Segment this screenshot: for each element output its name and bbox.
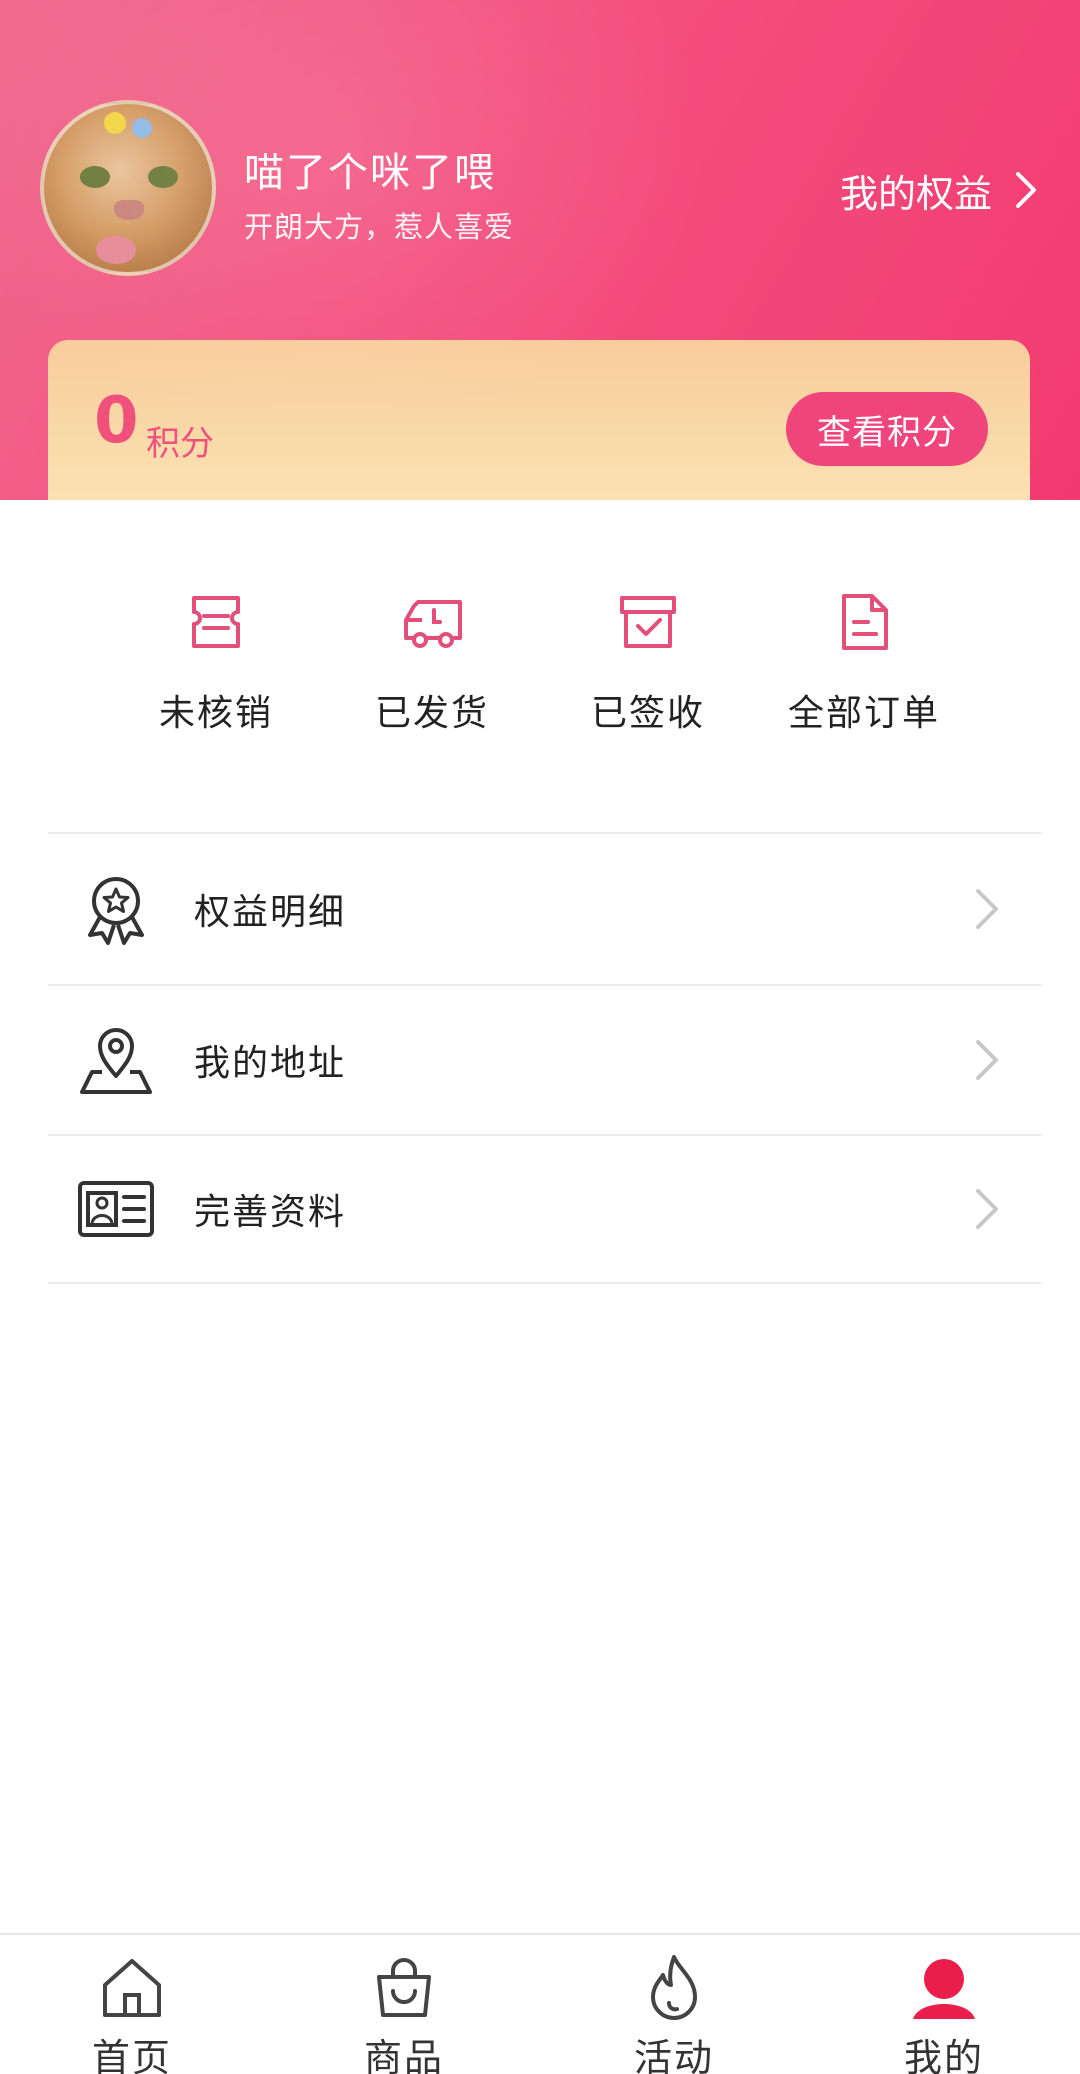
chevron-right-icon	[976, 889, 998, 929]
order-unverified[interactable]: 未核销	[106, 590, 326, 736]
menu-item-my-address[interactable]: 我的地址	[48, 984, 1042, 1134]
avatar-tongue	[96, 236, 136, 264]
my-rights-label: 我的权益	[839, 171, 992, 216]
truck-icon	[404, 600, 462, 648]
tab-label: 活动	[633, 2036, 714, 2074]
menu-item-label: 我的地址	[194, 1043, 347, 1084]
tab-home[interactable]: 首页	[32, 1953, 232, 2074]
tab-products[interactable]: 商品	[304, 1953, 504, 2074]
user-motto: 开朗大方，惹人喜爱	[244, 210, 515, 244]
chevron-right-icon	[1016, 172, 1036, 208]
flame-icon	[651, 1955, 697, 2020]
location-pin-icon	[80, 1028, 152, 1094]
order-shipped[interactable]: 已发货	[322, 590, 542, 736]
order-shipped-label: 已发货	[374, 693, 489, 734]
avatar-decoration	[132, 118, 152, 138]
avatar-decoration	[104, 112, 126, 134]
menu-item-label: 完善资料	[194, 1192, 347, 1233]
tab-activity[interactable]: 活动	[574, 1953, 774, 2074]
user-icon	[913, 1959, 975, 2019]
tab-label: 首页	[91, 2036, 172, 2074]
my-rights-link[interactable]: 我的权益	[840, 160, 1040, 220]
voucher-icon	[192, 596, 240, 648]
home-icon	[103, 1959, 161, 2017]
menu-item-label: 权益明细	[194, 892, 347, 933]
points-value: 0	[94, 384, 139, 458]
view-points-button[interactable]: 查看积分	[786, 392, 988, 466]
avatar-eye	[148, 166, 178, 188]
menu-item-rights-detail[interactable]: 权益明细	[48, 834, 1042, 984]
document-icon	[842, 594, 888, 650]
order-received[interactable]: 已签收	[538, 590, 758, 736]
chevron-right-icon	[976, 1040, 998, 1080]
chevron-right-icon	[976, 1189, 998, 1229]
order-shortcuts: 未核销 已发货 已签收 全部订单	[0, 500, 1080, 830]
id-card-icon	[78, 1181, 154, 1237]
tab-label: 商品	[363, 2036, 444, 2074]
profile-header: 喵了个咪了喂 开朗大方，惹人喜爱 我的权益 0 积分 查看积分	[0, 0, 1080, 500]
menu-list: 权益明细 我的地址 完善资料	[48, 832, 1042, 1284]
tab-mine[interactable]: 我的	[844, 1953, 1044, 2074]
tab-label: 我的	[903, 2036, 984, 2074]
avatar[interactable]	[40, 100, 216, 276]
user-name: 喵了个咪了喂	[244, 150, 496, 196]
points-card: 0 积分 查看积分	[48, 340, 1030, 500]
shopping-bag-icon	[377, 1958, 431, 2017]
order-unverified-label: 未核销	[158, 693, 273, 734]
menu-item-complete-profile[interactable]: 完善资料	[48, 1134, 1042, 1284]
order-all[interactable]: 全部订单	[754, 590, 974, 736]
bottom-tab-bar: 首页 商品 活动 我的	[0, 1933, 1080, 2074]
avatar-nose	[114, 200, 144, 220]
medal-icon	[88, 877, 144, 945]
order-received-label: 已签收	[590, 693, 705, 734]
points-unit: 积分	[146, 424, 214, 464]
avatar-eye	[80, 166, 110, 188]
box-check-icon	[620, 596, 676, 648]
order-all-label: 全部订单	[787, 693, 940, 734]
